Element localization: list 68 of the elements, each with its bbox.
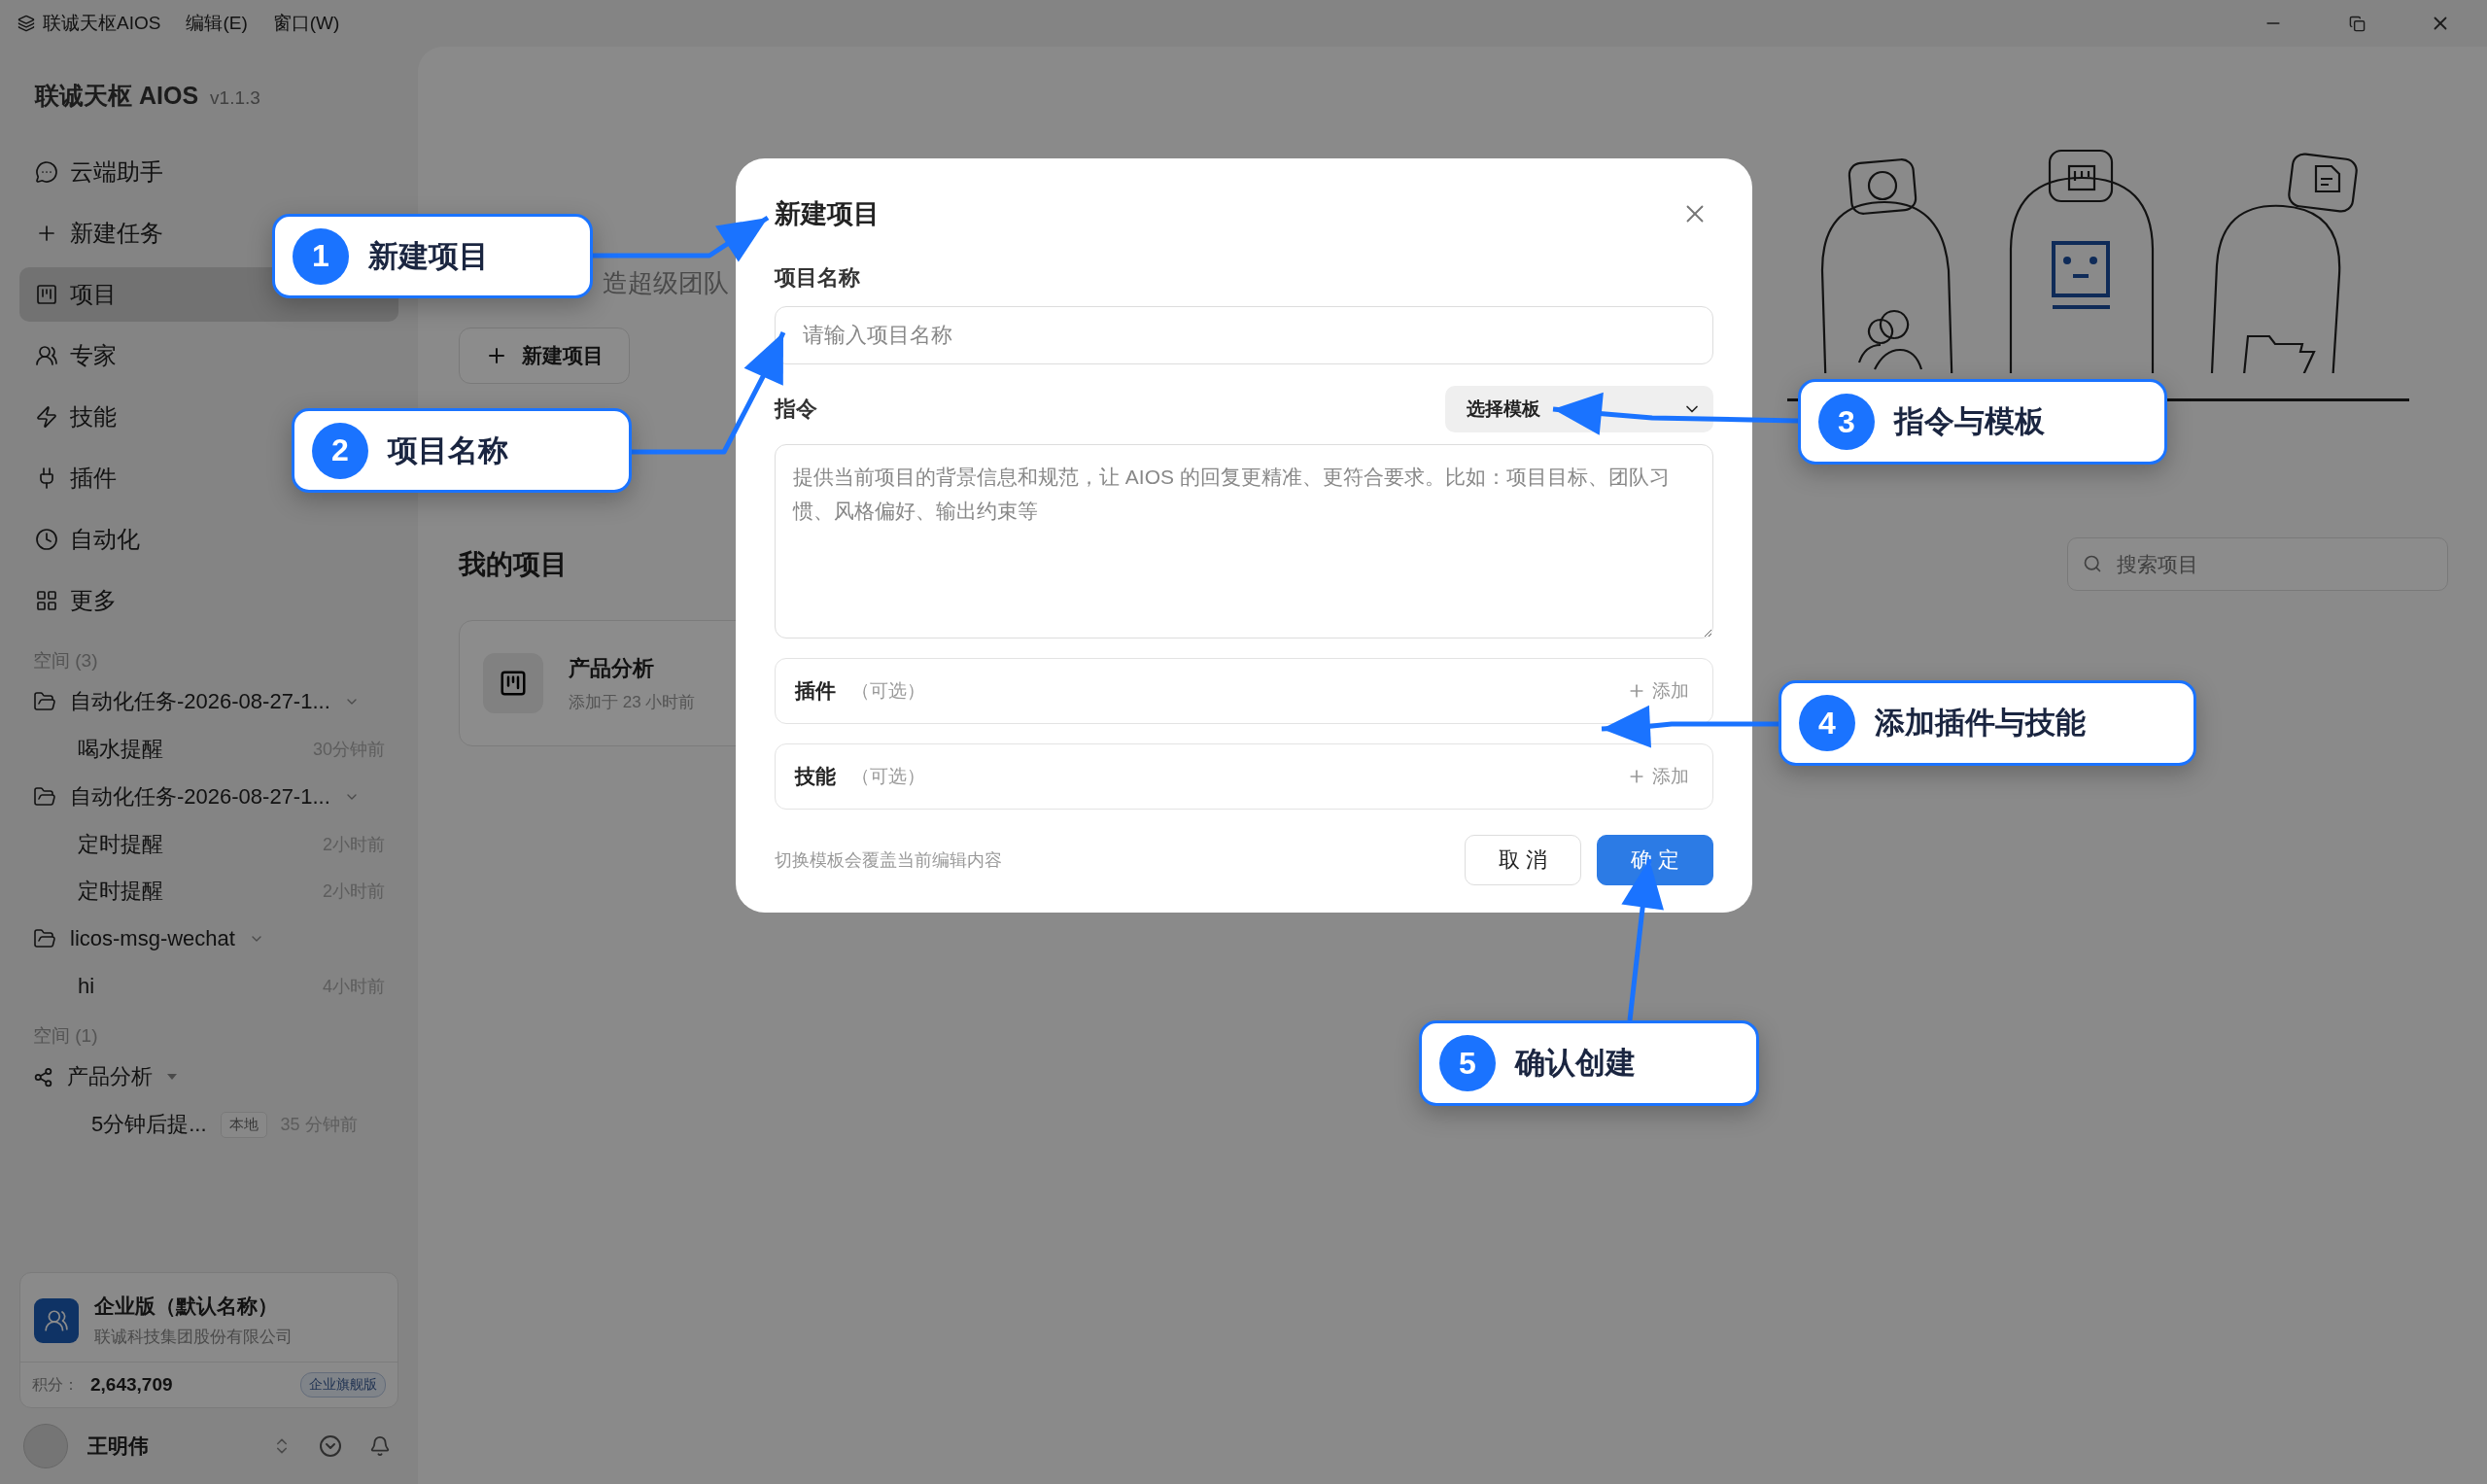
chat-icon (35, 160, 58, 184)
project-name: 产品分析 (569, 654, 655, 682)
board-icon (483, 653, 543, 713)
menu-item[interactable]: 编辑(E) (186, 11, 248, 36)
add-button[interactable]: 添加 (1621, 763, 1695, 790)
organization-card[interactable]: 企业版（默认名称） 联诚科技集团股份有限公司 积分： 2,643,709 企业旗舰版 (19, 1272, 398, 1408)
plan-badge: 企业旗舰版 (300, 1372, 386, 1398)
grid-icon (35, 589, 58, 612)
field-label: 指令 (775, 396, 817, 423)
clock-icon (35, 528, 58, 551)
brand-name: 联诚天枢 AIOS (35, 81, 199, 111)
space-group[interactable]: licos-msg-wechat (19, 915, 398, 963)
organization-name: 企业版（默认名称） (94, 1294, 279, 1319)
option-label: 插件 (795, 678, 836, 704)
add-button[interactable]: 添加 (1621, 677, 1695, 705)
callout-label: 指令与模板 (1894, 403, 2045, 440)
task-name: 定时提醒 (78, 878, 164, 905)
share-icon (33, 1066, 53, 1087)
folder-icon (33, 927, 56, 950)
callout-label: 添加插件与技能 (1875, 705, 2086, 742)
space-group[interactable]: 产品分析 (19, 1053, 398, 1101)
points-value: 2,643,709 (90, 1374, 173, 1396)
nav-item[interactable]: 云端助手 (19, 145, 398, 199)
app-icon (17, 15, 35, 32)
nav-item[interactable]: 更多 (19, 573, 398, 628)
project-meta: 添加于 23 小时前 (569, 691, 696, 713)
step-number: 1 (293, 227, 349, 285)
search-icon (2083, 554, 2102, 573)
footer-note: 切换模板会覆盖当前编辑内容 (775, 849, 1003, 872)
page-subtitle: 造超级团队 (603, 267, 729, 299)
space-group[interactable]: 自动化任务-2026-08-27-1... (19, 677, 398, 726)
field-label: 项目名称 (775, 264, 861, 292)
company-name: 联诚科技集团股份有限公司 (94, 1327, 293, 1348)
step-number: 2 (312, 422, 368, 479)
step-number: 5 (1439, 1035, 1496, 1091)
folder-icon (33, 690, 56, 713)
lightning-icon (35, 405, 58, 429)
nav-item[interactable]: 专家 (19, 328, 398, 383)
users-icon (34, 1297, 79, 1343)
option-hint: （可选） (851, 679, 925, 703)
folder-icon (33, 785, 56, 809)
step-number: 4 (1799, 695, 1855, 751)
search-field[interactable]: 搜索项目 (2067, 537, 2448, 591)
new-project-button[interactable]: 新建项目 (459, 328, 630, 384)
board-icon (35, 283, 58, 306)
nav-item[interactable]: 自动化 (19, 512, 398, 567)
user-name: 王明伟 (87, 1433, 150, 1459)
name-field[interactable]: 请输入项目名称 (775, 306, 1713, 364)
tag: 本地 (220, 1111, 267, 1138)
cancel-button[interactable]: 取 消 (1465, 835, 1581, 885)
dialog-title: 新建项目 (775, 198, 880, 230)
callout-label: 项目名称 (388, 431, 508, 469)
instruction-field[interactable]: 提供当前项目的背景信息和规范，让 AIOS 的回复更精准、更符合要求。比如：项目目标、团队习惯、风格偏好、输出约束等 (775, 444, 1713, 638)
option-label: 技能 (795, 764, 836, 789)
version-label: v1.1.3 (210, 87, 260, 109)
task-name: hi (78, 974, 96, 999)
space-group[interactable]: 自动化任务-2026-08-27-1... (19, 773, 398, 821)
points-label: 积分： (32, 1374, 79, 1395)
task-name: 喝水提醒 (78, 736, 164, 763)
step-number: 3 (1818, 394, 1875, 450)
option-hint: （可选） (851, 765, 925, 788)
app-name: 联诚天枢AIOS (43, 12, 161, 35)
menu-item[interactable]: 窗口(W) (272, 11, 340, 36)
users-icon (35, 344, 58, 367)
task-name: 定时提醒 (78, 831, 164, 858)
task-name: 5分钟后提... (91, 1111, 207, 1138)
callout-label: 确认创建 (1515, 1045, 1636, 1082)
section-title: 我的项目 (459, 547, 568, 581)
